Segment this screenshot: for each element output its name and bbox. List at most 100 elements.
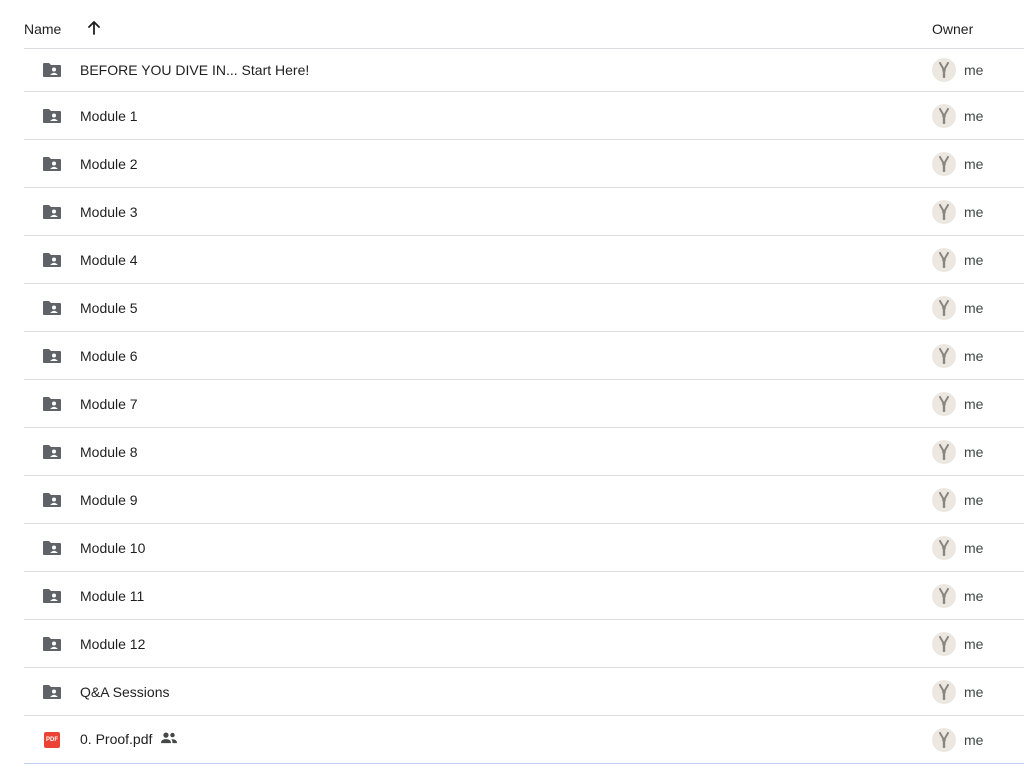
owner-avatar xyxy=(932,535,956,560)
file-row[interactable]: Module 8 me xyxy=(24,428,1024,476)
shared-folder-icon xyxy=(41,155,63,173)
owner-name: me xyxy=(964,587,984,604)
owner-cell: me xyxy=(932,439,984,464)
shared-folder-icon xyxy=(41,395,63,413)
file-name-text: Module 1 xyxy=(80,107,138,124)
owner-name: me xyxy=(964,635,984,652)
owner-name: me xyxy=(964,731,984,748)
file-name: Module 8 xyxy=(80,444,138,460)
owner-avatar xyxy=(932,247,956,272)
file-row[interactable]: Module 11 me xyxy=(24,572,1024,620)
owner-name: me xyxy=(964,251,984,268)
pdf-badge: PDF xyxy=(44,731,60,748)
file-name: 0. Proof.pdf xyxy=(80,731,178,749)
file-row[interactable]: Module 10 me xyxy=(24,524,1024,572)
shared-folder-icon xyxy=(41,203,63,221)
shared-folder-icon xyxy=(41,587,63,605)
file-row[interactable]: Q&A Sessions me xyxy=(24,668,1024,716)
file-name-text: Module 5 xyxy=(80,299,138,316)
shared-folder-icon xyxy=(41,251,63,269)
owner-cell: me xyxy=(932,103,984,128)
file-row[interactable]: Module 6 me xyxy=(24,332,1024,380)
file-name-text: 0. Proof.pdf xyxy=(80,730,153,747)
file-rows: BEFORE YOU DIVE IN... Start Here! me Modul… xyxy=(24,49,1024,764)
list-header: Name Owner xyxy=(24,0,1024,49)
owner-avatar xyxy=(932,487,956,512)
owner-avatar xyxy=(932,199,956,224)
file-row[interactable]: Module 3 me xyxy=(24,188,1024,236)
owner-avatar xyxy=(932,58,956,82)
owner-avatar xyxy=(932,103,956,128)
file-name-text: Module 9 xyxy=(80,491,138,508)
owner-avatar xyxy=(932,343,956,368)
file-row[interactable]: Module 2 me xyxy=(24,140,1024,188)
file-row[interactable]: Module 1 me xyxy=(24,92,1024,140)
owner-name: me xyxy=(964,203,984,220)
owner-avatar xyxy=(932,727,956,752)
file-name: Module 6 xyxy=(80,348,138,364)
file-name: BEFORE YOU DIVE IN... Start Here! xyxy=(80,62,309,78)
file-row[interactable]: BEFORE YOU DIVE IN... Start Here! me xyxy=(24,49,1024,92)
sort-ascending-button[interactable] xyxy=(82,16,106,40)
owner-cell: me xyxy=(932,487,984,512)
shared-folder-icon xyxy=(41,299,63,317)
owner-cell: me xyxy=(932,58,983,82)
shared-folder-icon xyxy=(41,61,63,79)
owner-name: me xyxy=(964,443,984,460)
shared-folder-icon xyxy=(41,443,63,461)
owner-name: me xyxy=(964,491,984,508)
owner-name: me xyxy=(964,299,984,316)
owner-name: me xyxy=(964,395,984,412)
file-name-text: Module 12 xyxy=(80,635,146,652)
owner-avatar xyxy=(932,679,956,704)
file-name-text: BEFORE YOU DIVE IN... Start Here! xyxy=(80,62,310,78)
owner-avatar xyxy=(932,583,956,608)
owner-cell: me xyxy=(932,151,984,176)
file-name: Module 7 xyxy=(80,396,138,412)
owner-name: me xyxy=(964,62,984,78)
owner-cell: me xyxy=(932,535,984,560)
owner-name: me xyxy=(964,683,984,700)
arrow-up-icon xyxy=(88,21,100,35)
owner-cell: me xyxy=(932,247,984,272)
shared-folder-icon xyxy=(41,347,63,365)
owner-cell: me xyxy=(932,583,984,608)
file-name: Module 5 xyxy=(80,300,138,316)
owner-avatar xyxy=(932,439,956,464)
shared-folder-icon xyxy=(41,635,63,653)
shared-folder-icon xyxy=(41,539,63,557)
people-icon xyxy=(160,731,178,748)
owner-cell: me xyxy=(932,343,983,368)
file-name-text: Q&A Sessions xyxy=(80,683,170,700)
file-name-text: Module 11 xyxy=(80,587,145,604)
owner-cell: me xyxy=(932,199,984,224)
file-name: Q&A Sessions xyxy=(80,684,170,700)
owner-cell: me xyxy=(932,679,984,704)
file-name-text: Module 4 xyxy=(80,251,138,268)
shared-folder-icon xyxy=(41,683,63,701)
file-row[interactable]: PDF 0. Proof.pdf me xyxy=(24,716,1024,764)
owner-cell: me xyxy=(932,295,984,320)
owner-name: me xyxy=(964,107,984,124)
file-row[interactable]: Module 9 me xyxy=(24,476,1024,524)
owner-avatar xyxy=(932,295,956,320)
file-row[interactable]: Module 7 me xyxy=(24,380,1024,428)
file-name: Module 11 xyxy=(80,588,144,604)
file-name: Module 2 xyxy=(80,156,138,172)
file-row[interactable]: Module 4 me xyxy=(24,236,1024,284)
file-name-text: Module 2 xyxy=(80,155,138,172)
file-name-text: Module 7 xyxy=(80,395,138,412)
owner-name: me xyxy=(964,539,984,556)
owner-avatar xyxy=(932,391,956,416)
file-row[interactable]: Module 5 me xyxy=(24,284,1024,332)
owner-column-header[interactable]: Owner xyxy=(932,21,973,37)
owner-cell: me xyxy=(932,631,984,656)
file-name-text: Module 6 xyxy=(80,347,138,364)
pdf-icon: PDF xyxy=(41,731,63,749)
file-row[interactable]: Module 12 me xyxy=(24,620,1024,668)
file-name: Module 10 xyxy=(80,540,145,556)
owner-name: me xyxy=(964,155,984,172)
file-name: Module 1 xyxy=(80,108,138,124)
name-column-header[interactable]: Name xyxy=(24,21,61,37)
owner-cell: me xyxy=(932,727,984,752)
